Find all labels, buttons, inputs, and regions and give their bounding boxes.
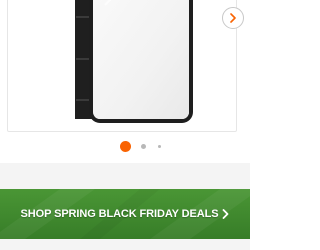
product-image-mirror-cabinet[interactable] (65, 0, 195, 129)
pagination-dot-active[interactable] (120, 141, 131, 152)
product-image-carousel (7, 0, 244, 132)
chevron-right-icon (222, 209, 229, 219)
section-divider (0, 163, 250, 189)
chevron-right-icon (230, 13, 236, 23)
promo-banner[interactable]: SHOP SPRING BLACK FRIDAY DEALS (0, 189, 250, 239)
carousel-next-button[interactable] (222, 7, 244, 29)
promo-banner-label: SHOP SPRING BLACK FRIDAY DEALS (20, 208, 219, 220)
pagination-dot[interactable] (158, 145, 161, 148)
mirror-glass (93, 0, 189, 119)
page-footer-band (0, 239, 250, 250)
pagination-dot[interactable] (141, 144, 146, 149)
carousel-pagination (0, 141, 250, 153)
promo-banner-text: SHOP SPRING BLACK FRIDAY DEALS (0, 189, 250, 239)
